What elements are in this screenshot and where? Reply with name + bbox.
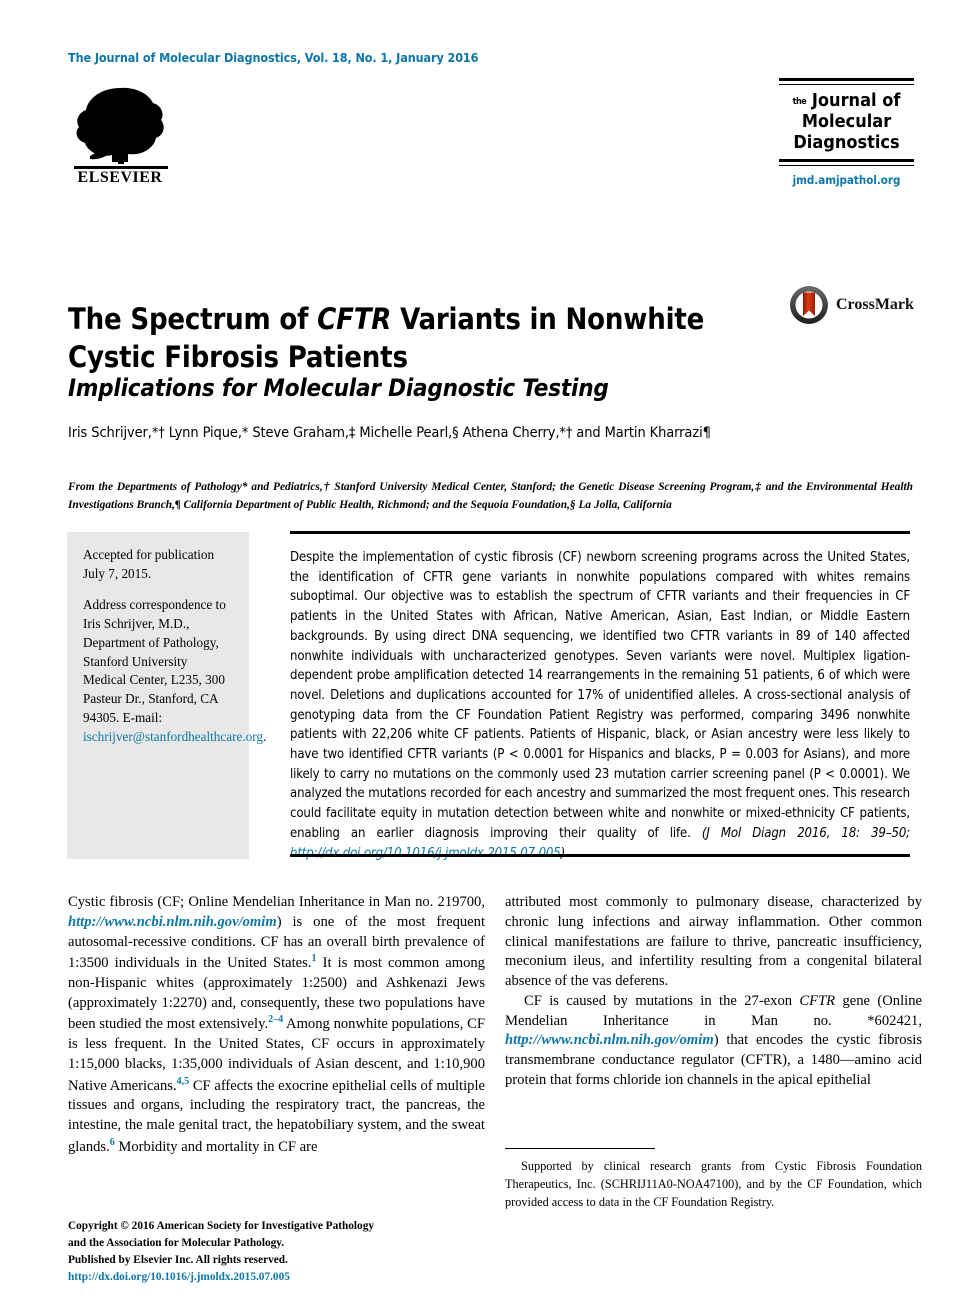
reference-marker[interactable]: 4,5 xyxy=(177,1076,190,1087)
journal-logo-bottom-rule xyxy=(779,158,914,166)
body-column-left: Cystic fibrosis (CF; Online Mendelian In… xyxy=(68,893,485,1157)
crossmark-badge[interactable]: CrossMark xyxy=(789,285,914,325)
copyright-doi-link[interactable]: http://dx.doi.org/10.1016/j.jmoldx.2015.… xyxy=(68,1271,290,1283)
abstract-text: Despite the implementation of cystic fib… xyxy=(290,550,910,841)
affiliations: From the Departments of Pathology* and P… xyxy=(68,481,913,512)
footnote-rule xyxy=(505,1148,655,1149)
title-segment-1: The Spectrum of xyxy=(68,302,318,337)
abstract-citation-prefix: (J Mol Diagn 2016, 18: 39–50; xyxy=(701,825,910,841)
journal-logo-top-rule xyxy=(779,78,914,85)
correspondence-block: Address correspondence to Iris Schrijver… xyxy=(83,596,266,746)
correspondence-text: Address correspondence to Iris Schrijver… xyxy=(83,597,226,725)
article-info-sidebar: Accepted for publication July 7, 2015. A… xyxy=(67,532,266,859)
journal-url-link[interactable]: jmd.amjpathol.org xyxy=(779,173,914,187)
journal-logo-the: the xyxy=(792,97,807,107)
page-subtitle: Implications for Molecular Diagnostic Te… xyxy=(68,374,609,402)
abstract-bottom-rule xyxy=(290,854,910,857)
journal-logo-line2: Molecular xyxy=(801,111,892,133)
svg-text:ELSEVIER: ELSEVIER xyxy=(78,169,163,186)
text-segment: CF is caused by mutations in the 27-exon xyxy=(523,992,800,1009)
text-segment: Cystic fibrosis (CF; Online Mendelian In… xyxy=(68,894,485,910)
crossmark-label: CrossMark xyxy=(836,296,914,313)
accepted-label: Accepted for publication xyxy=(83,547,215,562)
correspondence-email-link[interactable]: ischrijver@stanfordhealthcare.org xyxy=(83,729,263,744)
running-head: The Journal of Molecular Diagnostics, Vo… xyxy=(68,50,479,65)
article-page: The Journal of Molecular Diagnostics, Vo… xyxy=(0,0,975,1305)
accepted-date: July 7, 2015. xyxy=(83,565,152,581)
reference-marker[interactable]: 2–4 xyxy=(268,1014,283,1025)
accepted-for-publication: Accepted for publication July 7, 2015. xyxy=(83,546,233,583)
copyright-line-3: Published by Elsevier Inc. All rights re… xyxy=(68,1253,288,1266)
crossmark-badge-icon xyxy=(790,286,828,324)
journal-logo: the Journal of Molecular Diagnostics jmd… xyxy=(779,78,914,187)
abstract-top-rule xyxy=(290,531,910,534)
body-column-right: attributed most commonly to pulmonary di… xyxy=(505,893,922,1091)
paragraph: CF is caused by mutations in the 27-exon… xyxy=(505,992,922,1091)
correspondence-period: . xyxy=(262,728,267,744)
omim-link[interactable]: http://www.ncbi.nlm.nih.gov/omim xyxy=(68,914,277,930)
page-title: The Spectrum of CFTR Variants in Nonwhit… xyxy=(68,301,768,375)
copyright-line-2: and the Association for Molecular Pathol… xyxy=(68,1236,285,1249)
journal-logo-line1: Journal of xyxy=(811,90,901,111)
paragraph: attributed most commonly to pulmonary di… xyxy=(505,894,922,990)
copyright-line-1: Copyright © 2016 American Society for In… xyxy=(68,1220,374,1232)
omim-link[interactable]: http://www.ncbi.nlm.nih.gov/omim xyxy=(505,1032,714,1048)
journal-logo-line3: Diagnostics xyxy=(793,132,900,154)
journal-logo-wordmark: the Journal of Molecular Diagnostics xyxy=(779,85,914,157)
text-segment: Morbidity and mortality in CF are xyxy=(114,1138,318,1155)
gene-name: CFTR xyxy=(799,992,836,1009)
copyright-block: Copyright © 2016 American Society for In… xyxy=(68,1218,488,1286)
paragraph: Cystic fibrosis (CF; Online Mendelian In… xyxy=(68,893,485,1157)
abstract: Despite the implementation of cystic fib… xyxy=(290,548,910,863)
title-gene-name: CFTR xyxy=(317,302,392,337)
author-list: Iris Schrijver,*† Lynn Pique,* Steve Gra… xyxy=(68,425,711,441)
elsevier-tree-logo: ELSEVIER xyxy=(68,82,173,187)
funding-footnote: Supported by clinical research grants fr… xyxy=(505,1159,922,1209)
